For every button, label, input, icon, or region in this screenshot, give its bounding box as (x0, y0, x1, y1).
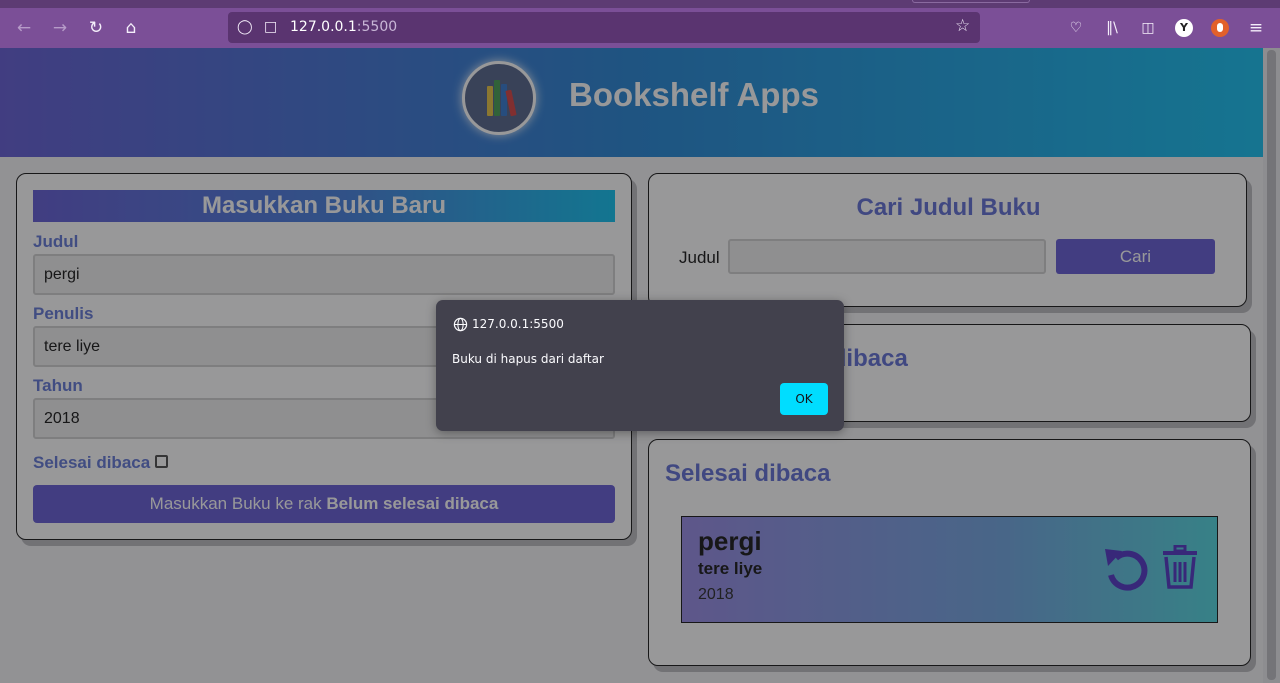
reload-icon[interactable]: ↻ (85, 17, 107, 39)
browser-toolbar: ← → ↻ ⌂ ◯ □ 127.0.0.1:5500 ☆ ♡ ‖\ ◫ Y ≡ (0, 8, 1280, 48)
library-icon[interactable]: ‖\ (1102, 18, 1122, 38)
pocket-icon[interactable]: ♡ (1066, 18, 1086, 38)
back-icon[interactable]: ← (13, 17, 35, 39)
home-icon[interactable]: ⌂ (120, 17, 142, 39)
page-icon: □ (264, 19, 278, 35)
extension-icon[interactable] (1211, 19, 1229, 37)
alert-dialog: 127.0.0.1:5500 Buku di hapus dari daftar… (436, 300, 844, 431)
dialog-message: Buku di hapus dari daftar (452, 352, 604, 366)
dialog-ok-button[interactable]: OK (780, 383, 828, 415)
browser-tab-strip (0, 0, 1280, 8)
dialog-origin: 127.0.0.1:5500 (472, 317, 564, 331)
star-icon[interactable]: ☆ (955, 17, 970, 35)
shield-icon[interactable]: ◯ (237, 18, 253, 36)
url-text[interactable]: 127.0.0.1:5500 (290, 19, 397, 35)
browser-tab[interactable] (912, 0, 1030, 3)
account-icon[interactable]: Y (1175, 19, 1193, 37)
url-host: 127.0.0.1 (290, 19, 357, 35)
forward-icon[interactable]: → (49, 17, 71, 39)
sidebar-icon[interactable]: ◫ (1138, 18, 1158, 38)
url-port: :5500 (356, 19, 398, 35)
globe-icon (453, 317, 468, 332)
url-bar[interactable]: ◯ □ 127.0.0.1:5500 ☆ (228, 12, 980, 43)
menu-icon[interactable]: ≡ (1246, 18, 1266, 38)
